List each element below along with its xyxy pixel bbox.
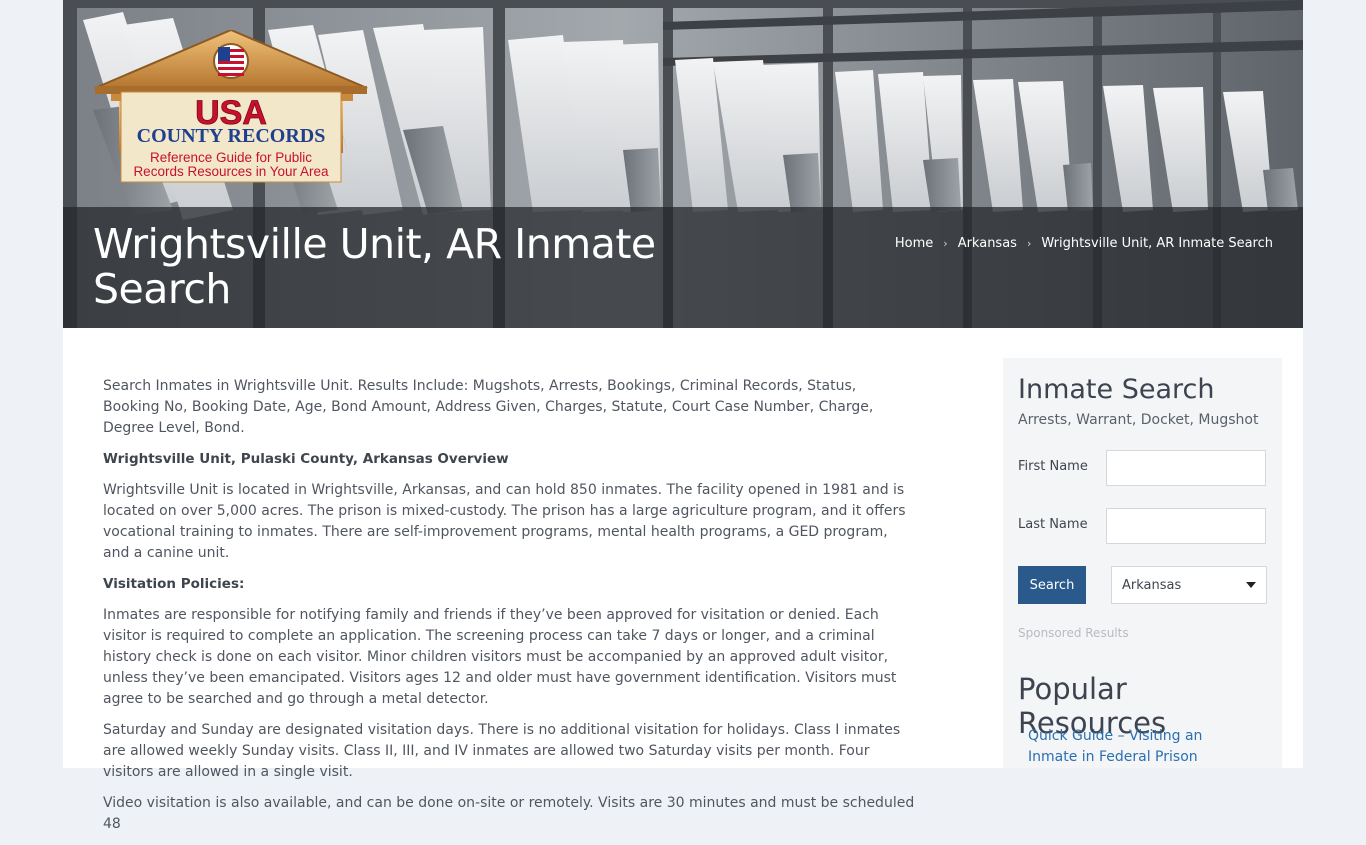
last-name-input[interactable] [1106,508,1266,544]
breadcrumb-arkansas[interactable]: Arkansas [958,236,1017,251]
chevron-right-icon: › [1026,237,1032,250]
last-name-label: Last Name [1018,517,1088,532]
video-visitation-paragraph: Video visitation is also available, and … [103,795,915,832]
logo-brand-county-records: COUNTY RECORDS [137,125,326,147]
inmate-search-subtitle: Arrests, Warrant, Docket, Mugshot [1018,412,1259,428]
page: Wrightsville Unit, AR Inmate Search Home… [63,0,1303,832]
intro-paragraph: Search Inmates in Wrightsville Unit. Res… [103,378,874,436]
logo-tagline-1: Reference Guide for Public [150,150,312,165]
breadcrumb-home[interactable]: Home [895,236,933,251]
usa-county-records-logo[interactable]: USA COUNTY RECORDS Reference Guide for P… [91,30,371,186]
state-select[interactable]: Arkansas [1111,566,1267,604]
visitation-heading: Visitation Policies: [103,576,245,592]
inmate-search-title: Inmate Search [1018,374,1215,405]
chevron-right-icon: › [943,237,948,250]
sponsored-results-label: Sponsored Results [1018,626,1129,640]
page-title: Wrightsville Unit, AR Inmate Search [93,220,656,313]
search-button[interactable]: Search [1018,566,1086,604]
first-name-input[interactable] [1106,450,1266,486]
visitation-days-paragraph: Saturday and Sunday are designated visit… [103,722,901,780]
first-name-label: First Name [1018,459,1088,474]
logo-tagline-2: Records Resources in Your Area [133,164,329,179]
hero-banner: Wrightsville Unit, AR Inmate Search Home… [63,0,1303,328]
caret-down-icon [1246,582,1256,588]
overview-heading: Wrightsville Unit, Pulaski County, Arkan… [103,451,509,467]
breadcrumb: Home › Arkansas › Wrightsville Unit, AR … [895,236,1273,251]
sidebar: Inmate Search Arrests, Warrant, Docket, … [1003,358,1282,768]
overview-paragraph: Wrightsville Unit is located in Wrightsv… [103,482,906,561]
popular-resource-link[interactable]: Quick Guide – Visiting an Inmate in Fede… [1028,726,1248,768]
breadcrumb-current: Wrightsville Unit, AR Inmate Search [1041,236,1273,251]
state-select-value: Arkansas [1122,577,1182,593]
article-body: Search Inmates in Wrightsville Unit. Res… [103,376,915,845]
visitation-paragraph: Inmates are responsible for notifying fa… [103,607,897,707]
